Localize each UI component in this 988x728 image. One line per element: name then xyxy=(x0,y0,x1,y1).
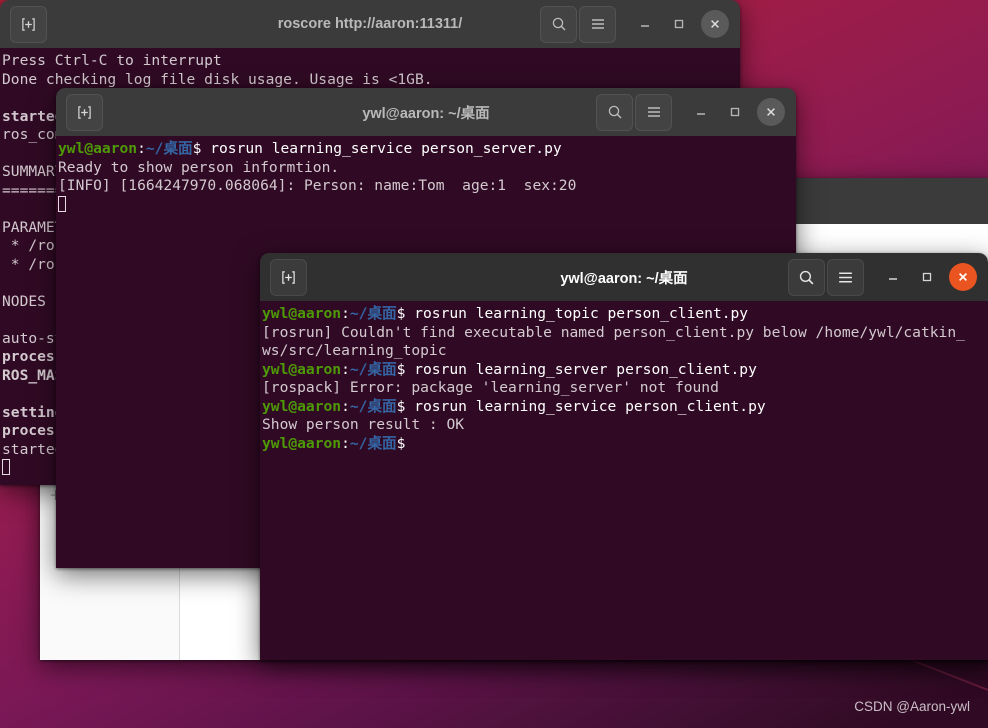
terminal-line: ywl@aaron:~/桌面$ rosrun learning_service … xyxy=(262,397,766,415)
maximize-button[interactable] xyxy=(719,96,751,128)
terminal-line: Show person result : OK xyxy=(262,416,465,433)
desktop: ❮ ❯ src learning_s ⏰ 最近使用 xyxy=(0,0,988,728)
search-icon xyxy=(799,270,814,284)
terminal-line: [rosrun] Couldn't find executable named … xyxy=(262,323,965,341)
close-button[interactable] xyxy=(701,10,729,38)
client-window-controls xyxy=(788,258,981,296)
terminal-line: ywl@aaron:~/桌面$ rosrun learning_server p… xyxy=(262,360,757,378)
terminal-command: rosrun learning_server person_client.py xyxy=(414,360,757,378)
new-tab-button[interactable] xyxy=(10,5,47,43)
maximize-button[interactable] xyxy=(663,8,695,40)
terminal-line: [rospack] Error: package 'learning_serve… xyxy=(262,379,719,396)
terminal-line: [INFO] [1664247970.068064]: Person: name… xyxy=(58,177,577,194)
search-button[interactable] xyxy=(788,258,825,296)
search-button[interactable] xyxy=(596,93,633,131)
terminal-line: Press Ctrl-C to interrupt xyxy=(2,52,222,69)
menu-button[interactable] xyxy=(635,93,672,131)
watermark: CSDN @Aaron-ywl xyxy=(854,699,970,714)
maximize-icon xyxy=(730,107,740,117)
prompt-path: ~/桌面 xyxy=(145,140,193,157)
terminal-cursor-line xyxy=(58,195,796,215)
search-icon xyxy=(552,17,565,31)
search-icon xyxy=(608,105,621,119)
menu-button[interactable] xyxy=(827,258,864,296)
maximize-button[interactable] xyxy=(911,261,943,293)
roscore-titlebar[interactable]: roscore http://aaron:11311/ xyxy=(0,0,740,48)
prompt-user: ywl@aaron xyxy=(262,397,342,415)
minimize-button[interactable] xyxy=(877,261,909,293)
maximize-icon xyxy=(674,19,684,29)
minimize-icon xyxy=(697,113,705,115)
server-titlebar[interactable]: ywl@aaron: ~/桌面 xyxy=(56,88,796,136)
hamburger-menu-icon xyxy=(647,107,660,117)
client-terminal-window[interactable]: ywl@aaron: ~/桌面 ywl@aaron:~/桌面$ rosrun l… xyxy=(260,253,988,660)
cursor xyxy=(2,459,10,475)
new-tab-icon xyxy=(22,17,35,31)
hamburger-menu-icon xyxy=(839,271,852,283)
terminal-command: rosrun learning_service person_client.py xyxy=(414,397,766,415)
terminal-line: Ready to show person informtion. xyxy=(58,158,340,176)
minimize-button[interactable] xyxy=(685,96,717,128)
client-titlebar[interactable]: ywl@aaron: ~/桌面 xyxy=(260,253,988,301)
prompt-path: ~/桌面 xyxy=(349,434,397,452)
terminal-line: ws/src/learning_topic xyxy=(262,342,447,359)
terminal-line: ywl@aaron:~/桌面$ rosrun learning_topic pe… xyxy=(262,305,749,322)
cursor xyxy=(58,195,66,212)
prompt-path: ~/桌面 xyxy=(349,360,397,378)
terminal-line: Done checking log file disk usage. Usage… xyxy=(2,70,433,88)
search-button[interactable] xyxy=(540,5,577,43)
close-icon xyxy=(711,20,719,28)
close-icon xyxy=(767,108,775,116)
new-tab-icon xyxy=(282,270,295,284)
close-button[interactable] xyxy=(757,98,785,126)
close-icon xyxy=(958,272,968,282)
new-tab-button[interactable] xyxy=(270,258,307,296)
hamburger-menu-icon xyxy=(591,19,604,29)
prompt-user: ywl@aaron xyxy=(58,140,138,157)
menu-button[interactable] xyxy=(579,5,616,43)
new-tab-button[interactable] xyxy=(66,93,103,131)
roscore-window-controls xyxy=(540,5,733,43)
prompt-user: ywl@aaron xyxy=(262,305,342,322)
maximize-icon xyxy=(922,272,932,282)
terminal-line: ywl@aaron:~/桌面$ xyxy=(262,434,415,452)
server-window-controls xyxy=(596,93,789,131)
terminal-line: ywl@aaron:~/桌面$ rosrun learning_service … xyxy=(58,140,562,157)
terminal-command: rosrun learning_topic person_client.py xyxy=(414,305,749,322)
terminal-command: rosrun learning_service person_server.py xyxy=(210,140,562,157)
new-tab-icon xyxy=(78,105,91,119)
prompt-user: ywl@aaron xyxy=(262,360,342,378)
prompt-path: ~/桌面 xyxy=(349,305,397,322)
minimize-button[interactable] xyxy=(629,8,661,40)
prompt-path: ~/桌面 xyxy=(349,397,397,415)
minimize-icon xyxy=(641,25,649,27)
close-button[interactable] xyxy=(949,263,977,291)
prompt-user: ywl@aaron xyxy=(262,434,342,452)
client-terminal-output[interactable]: ywl@aaron:~/桌面$ rosrun learning_topic pe… xyxy=(260,301,988,660)
minimize-icon xyxy=(889,278,897,280)
